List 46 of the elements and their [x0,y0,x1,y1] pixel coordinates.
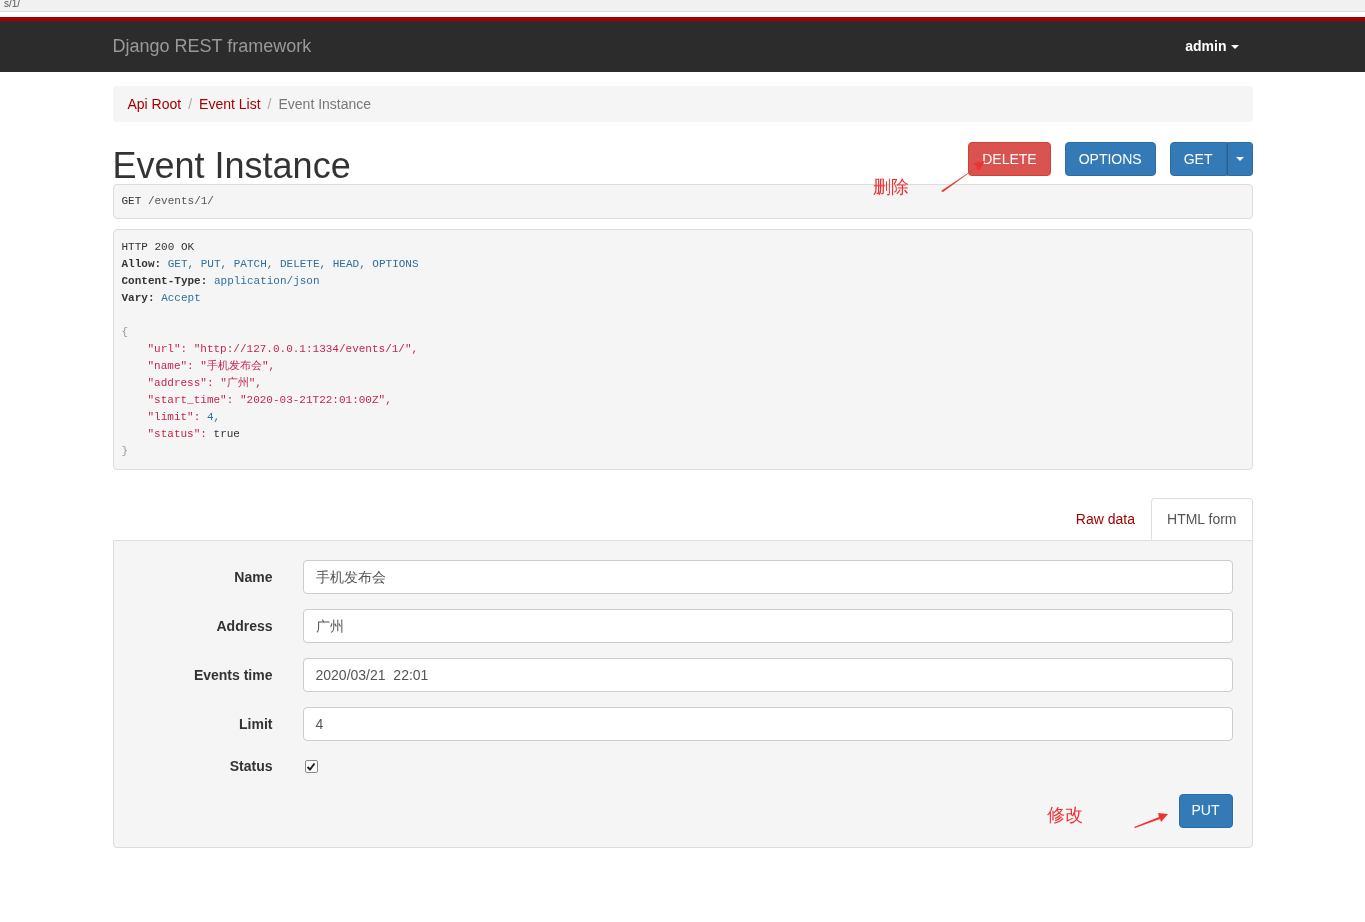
breadcrumb-link[interactable]: Event List [199,93,261,115]
caret-icon [1230,44,1239,49]
header-name: Allow: [121,257,162,272]
field-label: Events time [192,665,274,685]
field-label: Limit [238,714,274,734]
input-field[interactable]: 手机发布会 [302,560,1233,594]
form-tab[interactable]: HTML form [1151,498,1253,540]
header-name: Vary: [121,291,155,306]
header-value: GET, PUT, PATCH, DELETE, HEAD, OPTIONS [167,257,419,272]
breadcrumb-separator: / [188,94,193,114]
input-field[interactable]: 广州 [302,609,1233,643]
page-title: Event Instance [112,146,351,186]
arrow-icon [1132,811,1169,829]
put-button[interactable]: PUT [1178,793,1233,828]
field-label: Status [228,757,274,776]
json-line: "address": "广州", [147,376,262,391]
json-line: "url": "http://127.0.0.1:1334/events/1/", [147,342,419,357]
annotation-text: 修改 [1046,804,1083,827]
brand-title[interactable]: Django REST framework [112,33,312,60]
json-line: "limit": 4, [147,410,221,425]
form-tab[interactable]: Raw data [1059,498,1151,540]
status-line: HTTP 200 OK [121,240,196,255]
action-button[interactable]: GET [1169,142,1227,176]
status-checkbox[interactable] [304,760,318,773]
json-line: "start_time": "2020-03-21T22:01:00Z", [147,393,392,408]
json-line: "name": "手机发布会", [147,358,276,374]
field-label: Name [233,567,274,587]
field-label: Address [215,616,274,636]
input-field[interactable]: 2020/03/21 22:01 [302,658,1233,692]
breadcrumb-link[interactable]: Api Root [127,93,182,115]
breadcrumb-separator: / [267,94,272,114]
user-menu[interactable]: admin [1185,36,1239,57]
header-name: Content-Type: [121,274,208,289]
annotation-text: 删除 [873,176,910,199]
action-button[interactable]: DELETE [968,142,1051,176]
breadcrumb-link[interactable]: Event Instance [278,93,372,115]
json-line: "status": true [147,427,240,442]
caret-icon [1235,157,1244,161]
header-value: application/json [213,274,320,289]
header-value: Accept [161,291,201,306]
url-text: s/1/ [4,0,21,8]
input-field[interactable]: 4 [302,707,1233,741]
action-button[interactable]: OPTIONS [1064,142,1156,176]
json-brace: { [121,325,129,340]
json-brace: } [121,444,129,459]
dropdown-toggle[interactable] [1226,142,1253,176]
